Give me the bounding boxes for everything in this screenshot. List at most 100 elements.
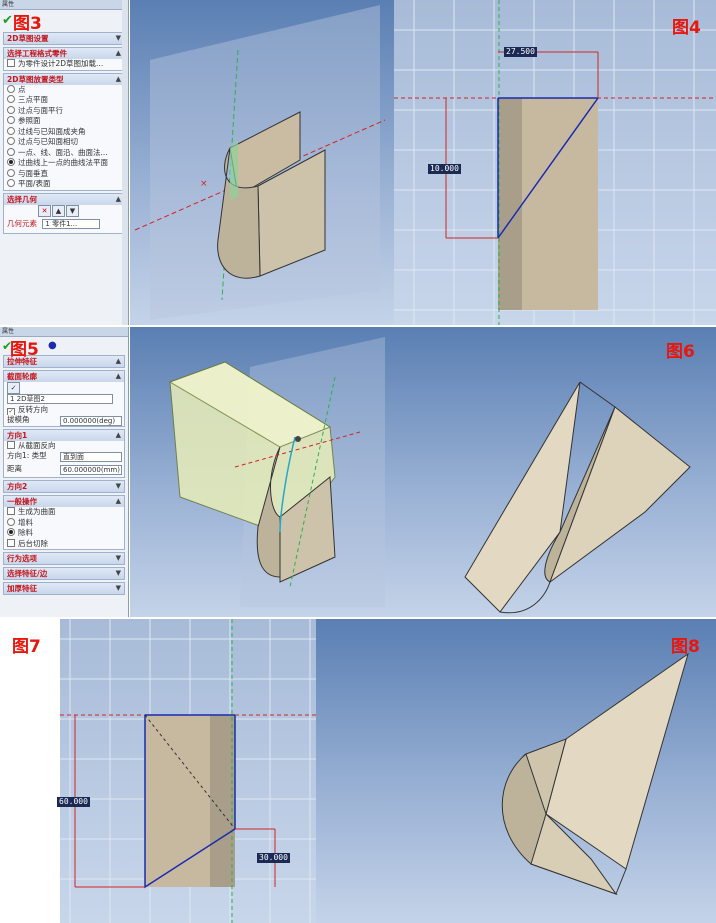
placement-option[interactable]: 三点平面 bbox=[4, 95, 124, 106]
dimension-right[interactable]: 30.000 bbox=[257, 853, 290, 863]
scrollbar[interactable] bbox=[122, 0, 128, 325]
chevron-down-icon[interactable]: ▼ bbox=[116, 481, 121, 492]
section-behavior[interactable]: 行为选项 ▼ bbox=[3, 552, 125, 565]
fig6-3d-viewport[interactable] bbox=[390, 327, 716, 617]
draft-input[interactable]: 0.000000(deg) bbox=[60, 416, 122, 426]
chevron-up-icon[interactable]: ▲ bbox=[116, 430, 121, 441]
option-label: 过点与已知面相切 bbox=[18, 137, 78, 146]
chevron-down-icon[interactable]: ▼ bbox=[116, 583, 121, 594]
section-title: 行为选项 bbox=[7, 554, 37, 563]
placement-option[interactable]: 与面垂直 bbox=[4, 168, 124, 180]
option-label: 与面垂直 bbox=[18, 168, 48, 178]
section-title: 加厚特征 bbox=[7, 584, 37, 593]
type-label: 方向1: 类型 bbox=[7, 451, 47, 460]
radio[interactable] bbox=[7, 147, 15, 156]
checkbox[interactable] bbox=[7, 507, 15, 515]
chevron-up-icon[interactable]: ▲ bbox=[116, 194, 121, 205]
option-label: 三点平面 bbox=[18, 95, 48, 104]
fig7-sketch-viewport[interactable]: 60.000 30.000 bbox=[0, 619, 316, 923]
type-select[interactable]: 直到面 bbox=[60, 452, 122, 462]
placement-option[interactable]: 过曲线上一点的曲线法平面 bbox=[4, 158, 124, 169]
placement-option[interactable]: 过线与已知面成夹角 bbox=[4, 126, 124, 138]
radio[interactable] bbox=[7, 168, 15, 177]
section-direction2[interactable]: 方向2 ▼ bbox=[3, 480, 125, 493]
placement-option[interactable]: 一点、线、面沿、曲面法... bbox=[4, 147, 124, 159]
checkbox[interactable] bbox=[7, 538, 15, 547]
fig4-sketch-viewport[interactable]: 27.500 10.000 bbox=[394, 0, 716, 325]
move-down-icon[interactable]: ▼ bbox=[66, 204, 79, 217]
radio-selected[interactable] bbox=[7, 158, 15, 166]
section-profile[interactable]: 截面轮廓 ▲ ✓ 1 2D草图2 ✓ 反转方向 拔模角 0.000000(deg) bbox=[3, 370, 125, 427]
move-up-icon[interactable]: ▲ bbox=[52, 204, 65, 217]
fig5-3d-viewport[interactable] bbox=[130, 327, 390, 617]
section-thicken[interactable]: 加厚特征 ▼ bbox=[3, 582, 125, 595]
radio[interactable] bbox=[7, 137, 15, 145]
draft-label: 拔模角 bbox=[7, 415, 30, 424]
fig5-model-drawing bbox=[168, 337, 385, 607]
dimension-horizontal[interactable]: 27.500 bbox=[504, 47, 537, 57]
chevron-up-icon[interactable]: ▲ bbox=[116, 48, 121, 59]
radio[interactable] bbox=[7, 105, 15, 114]
placement-option[interactable]: 参照面 bbox=[4, 116, 124, 127]
option-label: 一点、线、面沿、曲面法... bbox=[18, 147, 108, 157]
chevron-up-icon[interactable]: ▲ bbox=[116, 74, 121, 85]
placement-option[interactable]: 过点与面平行 bbox=[4, 105, 124, 117]
section-select-feature[interactable]: 选择特征/边 ▼ bbox=[3, 567, 125, 580]
figure-label-6: 图6 bbox=[666, 342, 695, 362]
radio[interactable] bbox=[7, 179, 15, 187]
profile-pick-icon[interactable]: ✓ bbox=[7, 382, 20, 394]
figure-label-3: 图3 bbox=[13, 14, 42, 34]
section-title: 选择几何 bbox=[7, 194, 37, 204]
dimension-vertical[interactable]: 10.000 bbox=[428, 164, 461, 174]
placement-option[interactable]: 过点与已知面相切 bbox=[4, 137, 124, 148]
section-select-part[interactable]: 选择工程格式零件 ▲ 为零件设计2D草图加载... bbox=[3, 47, 125, 71]
placement-options-list: 点三点平面 过点与面平行 参照面 过线与已知面成夹角 过点与已知面相切 一点、线、面沿、曲… bbox=[4, 84, 124, 190]
placement-option[interactable]: 点 bbox=[4, 84, 124, 96]
radio[interactable] bbox=[7, 84, 15, 93]
chevron-up-icon[interactable]: ▲ bbox=[116, 496, 121, 507]
option-label: 过点与面平行 bbox=[18, 105, 63, 115]
chevron-down-icon[interactable]: ▼ bbox=[116, 568, 121, 579]
option-label: 点 bbox=[18, 84, 26, 94]
radio[interactable] bbox=[7, 95, 15, 103]
section-title: 选择工程格式零件 bbox=[7, 49, 67, 58]
checkbox-row[interactable]: 为零件设计2D草图加载... bbox=[4, 59, 124, 70]
fig6-model-drawing bbox=[464, 381, 691, 614]
geometry-item[interactable]: 1 零件1... bbox=[42, 218, 101, 229]
delete-icon[interactable]: ✕ bbox=[38, 204, 51, 217]
dimension-left[interactable]: 60.000 bbox=[57, 797, 90, 807]
fig3-3d-viewport[interactable]: × bbox=[130, 0, 394, 325]
radio[interactable] bbox=[7, 517, 15, 526]
radio[interactable] bbox=[7, 126, 15, 135]
section-select-geometry[interactable]: 选择几何 ▲ ✕ ▲ ▼ 几何元素 1 零件1... bbox=[3, 192, 125, 234]
option-label: 平面/表面 bbox=[18, 179, 51, 188]
checkbox[interactable] bbox=[7, 440, 15, 449]
axis-x-label: × bbox=[200, 179, 208, 189]
checkbox[interactable]: ✓ bbox=[7, 407, 15, 415]
figure-label-7: 图7 bbox=[12, 637, 41, 657]
chevron-down-icon[interactable]: ▼ bbox=[116, 553, 121, 564]
chevron-up-icon[interactable]: ▲ bbox=[116, 371, 121, 382]
figure-label-5: 图5 bbox=[10, 340, 39, 360]
section-placement-type[interactable]: 2D草图放置类型 ▲ 点三点平面 过点与面平行 参照面 过线与已知面成夹角 过点与已知面相… bbox=[3, 72, 125, 191]
placement-option[interactable]: 平面/表面 bbox=[4, 179, 124, 190]
dot-icon[interactable]: ● bbox=[48, 340, 57, 351]
fig7-grid-drawing bbox=[0, 619, 316, 923]
radio[interactable] bbox=[7, 116, 15, 124]
distance-label: 距离 bbox=[7, 464, 22, 473]
section-general[interactable]: 一般操作 ▲ 生成为曲面 增料 除料 后台切除 bbox=[3, 495, 125, 550]
fig3-model-drawing: × bbox=[134, 5, 386, 320]
profile-item[interactable]: 1 2D草图2 bbox=[7, 394, 113, 404]
checkbox[interactable] bbox=[7, 59, 15, 67]
chevron-down-icon[interactable]: ▼ bbox=[116, 33, 121, 44]
radio-selected[interactable] bbox=[7, 528, 15, 536]
fig5-property-panel: 属性 ✔ ● 拉伸特征 ▲ 截面轮廓 ▲ ✓ 1 2D草图2 ✓ 反转方向 拔模角 0.… bbox=[0, 327, 129, 617]
distance-input[interactable]: 60.000000(mm) bbox=[60, 465, 122, 475]
option-label: 后台切除 bbox=[18, 538, 48, 548]
fig8-3d-viewport[interactable] bbox=[316, 619, 716, 923]
margin-white bbox=[0, 619, 60, 923]
confirm-check-icon[interactable]: ✔ bbox=[2, 13, 13, 28]
chevron-icon[interactable]: ▲ bbox=[116, 356, 121, 367]
section-direction1[interactable]: 方向1 ▲ 从截面反向 方向1: 类型 直到面 距离 60.000000(mm) bbox=[3, 428, 125, 478]
checkbox-label: 为零件设计2D草图加载... bbox=[18, 59, 104, 68]
